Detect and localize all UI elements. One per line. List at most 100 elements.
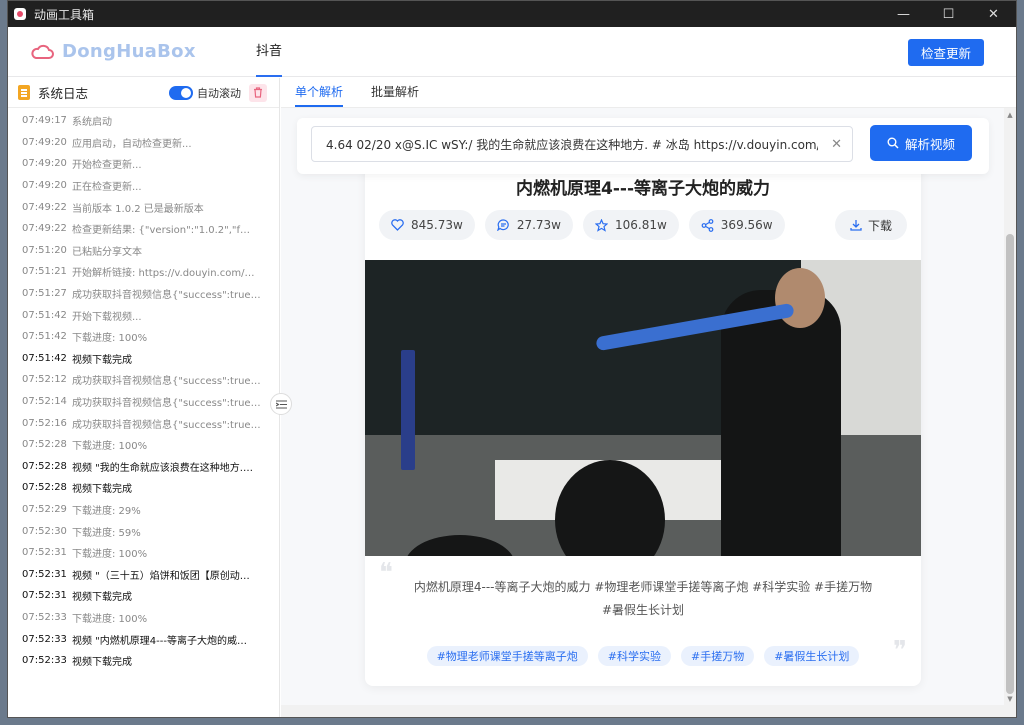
log-entry: 07:52:28 视频 "我的生命就应该浪费在这种地方.… <box>8 456 279 478</box>
scroll-thumb[interactable] <box>1006 234 1014 694</box>
tag-list: #物理老师课堂手搓等离子炮 #科学实验 #手搓万物 #暑假生长计划 <box>365 646 921 666</box>
log-entry: 07:52:14 成功获取抖音视频信息{"success":true… <box>8 391 279 413</box>
trash-icon <box>254 87 262 98</box>
log-message: 开始下载视频... <box>72 311 142 323</box>
log-message: 视频下载完成 <box>72 592 132 604</box>
log-message: 下载进度: 100% <box>72 333 148 345</box>
log-time: 07:52:28 <box>22 460 67 472</box>
log-message: 成功获取抖音视频信息{"success":true… <box>72 290 261 302</box>
log-file-icon <box>18 85 30 100</box>
log-time: 07:52:31 <box>22 590 67 602</box>
clear-input-icon[interactable]: ✕ <box>831 137 842 152</box>
log-time: 07:52:28 <box>22 439 67 451</box>
tag[interactable]: #暑假生长计划 <box>764 646 860 666</box>
log-time: 07:51:42 <box>22 331 67 343</box>
title-bar: 动画工具箱 — ☐ ✕ <box>8 1 1016 27</box>
clear-log-button[interactable] <box>249 83 267 102</box>
nav-tab-douyin[interactable]: 抖音 <box>256 27 283 77</box>
check-update-button[interactable]: 检查更新 <box>908 39 984 66</box>
log-message: 视频 "（三十五）焰饼和饭团【原创动… <box>72 570 250 582</box>
log-entry: 07:52:28 下载进度: 100% <box>8 434 279 456</box>
tab-batch[interactable]: 批量解析 <box>371 77 419 107</box>
auto-scroll-toggle[interactable] <box>169 85 193 100</box>
logo: DongHuaBox <box>30 41 256 62</box>
log-message: 开始检查更新... <box>72 160 142 172</box>
tab-single[interactable]: 单个解析 <box>295 77 344 107</box>
log-time: 07:49:22 <box>22 223 67 235</box>
shares-stat: 369.56w <box>688 210 785 240</box>
log-entry: 07:52:30 下载进度: 59% <box>8 520 279 542</box>
log-entry: 07:52:29 下载进度: 29% <box>8 499 279 521</box>
log-time: 07:52:12 <box>22 374 67 386</box>
share-icon <box>701 218 714 232</box>
tag[interactable]: #手搓万物 <box>681 646 755 666</box>
log-time: 07:52:33 <box>22 611 67 623</box>
log-message: 下载进度: 100% <box>72 549 148 561</box>
log-entry: 07:49:20 开始检查更新... <box>8 153 279 175</box>
horizontal-scrollbar[interactable] <box>281 705 1004 717</box>
log-time: 07:49:17 <box>22 115 67 127</box>
likes-count: 845.73w <box>411 218 463 232</box>
log-entry: 07:52:31 视频 "（三十五）焰饼和饭团【原创动… <box>8 563 279 585</box>
log-entry: 07:52:33 视频下载完成 <box>8 650 279 672</box>
parse-video-button[interactable]: 解析视频 <box>870 125 972 161</box>
log-entry: 07:52:28 视频下载完成 <box>8 477 279 499</box>
log-message: 视频下载完成 <box>72 354 132 366</box>
log-entry: 07:49:22 当前版本 1.0.2 已是最新版本 <box>8 196 279 218</box>
parse-tabs: 单个解析 批量解析 <box>281 78 1016 108</box>
video-thumbnail[interactable] <box>365 260 921 556</box>
log-entry: 07:51:42 视频下载完成 <box>8 348 279 370</box>
log-title: 系统日志 <box>38 86 89 101</box>
star-icon <box>594 218 608 232</box>
app-header: DongHuaBox 抖音 检查更新 <box>8 27 1016 77</box>
scroll-up-arrow[interactable]: ▲ <box>1006 111 1014 119</box>
log-time: 07:51:21 <box>22 266 67 278</box>
maximize-button[interactable]: ☐ <box>926 1 971 27</box>
window-title: 动画工具箱 <box>34 7 95 22</box>
log-time: 07:52:33 <box>22 633 67 645</box>
log-time: 07:49:20 <box>22 158 67 170</box>
log-time: 07:52:31 <box>22 547 67 559</box>
log-message: 下载进度: 100% <box>72 441 148 453</box>
log-entry: 07:52:33 视频 "内燃机原理4---等离子大炮的威… <box>8 628 279 650</box>
minimize-button[interactable]: — <box>881 1 926 27</box>
log-entry: 07:52:31 下载进度: 100% <box>8 542 279 564</box>
scroll-down-arrow[interactable]: ▼ <box>1006 695 1014 703</box>
log-entry: 07:51:42 下载进度: 100% <box>8 326 279 348</box>
video-card: 内燃机原理4---等离子大炮的威力 845.73w 27.73w 106.81w… <box>365 158 921 686</box>
log-entry: 07:52:33 下载进度: 100% <box>8 607 279 629</box>
collapse-panel-button[interactable] <box>270 393 292 415</box>
log-message: 视频 "我的生命就应该浪费在这种地方.… <box>72 462 253 474</box>
log-entry: 07:49:17 系统启动 <box>8 110 279 132</box>
log-time: 07:52:33 <box>22 655 67 667</box>
close-button[interactable]: ✕ <box>971 1 1016 27</box>
tag[interactable]: #物理老师课堂手搓等离子炮 <box>426 646 588 666</box>
comments-count: 27.73w <box>516 218 561 232</box>
log-message: 成功获取抖音视频信息{"success":true… <box>72 419 261 431</box>
vertical-scrollbar[interactable]: ▲ ▼ <box>1004 108 1016 717</box>
download-button[interactable]: 下载 <box>835 210 907 240</box>
likes-stat: 845.73w <box>379 210 475 240</box>
description-line: 内燃机原理4---等离子大炮的威力 #物理老师课堂手搓等离子炮 #科学实验 #手… <box>413 580 873 594</box>
log-entry: 07:52:31 视频下载完成 <box>8 585 279 607</box>
log-time: 07:49:22 <box>22 201 67 213</box>
video-description: 内燃机原理4---等离子大炮的威力 #物理老师课堂手搓等离子炮 #科学实验 #手… <box>387 576 899 622</box>
logo-text: DongHuaBox <box>62 41 196 62</box>
log-message: 开始解析链接: https://v.douyin.com/… <box>72 268 255 280</box>
log-message: 已粘贴分享文本 <box>72 246 142 258</box>
log-message: 成功获取抖音视频信息{"success":true… <box>72 376 261 388</box>
heart-icon <box>391 219 404 231</box>
log-message: 应用启动，自动检查更新... <box>72 138 192 150</box>
favorites-stat: 106.81w <box>582 210 679 240</box>
log-entry: 07:51:42 开始下载视频... <box>8 304 279 326</box>
log-message: 下载进度: 29% <box>72 505 141 517</box>
tag[interactable]: #科学实验 <box>597 646 671 666</box>
log-message: 下载进度: 59% <box>72 527 141 539</box>
indent-icon <box>275 399 287 409</box>
log-entry: 07:51:20 已粘贴分享文本 <box>8 240 279 262</box>
log-entry: 07:51:27 成功获取抖音视频信息{"success":true… <box>8 283 279 305</box>
share-link-input[interactable]: 4.64 02/20 x@S.IC wSY:/ 我的生命就应该浪费在这种地方. … <box>311 126 853 162</box>
log-time: 07:51:42 <box>22 352 67 364</box>
share-link-value: 4.64 02/20 x@S.IC wSY:/ 我的生命就应该浪费在这种地方. … <box>326 137 818 152</box>
video-title: 内燃机原理4---等离子大炮的威力 <box>516 179 770 199</box>
